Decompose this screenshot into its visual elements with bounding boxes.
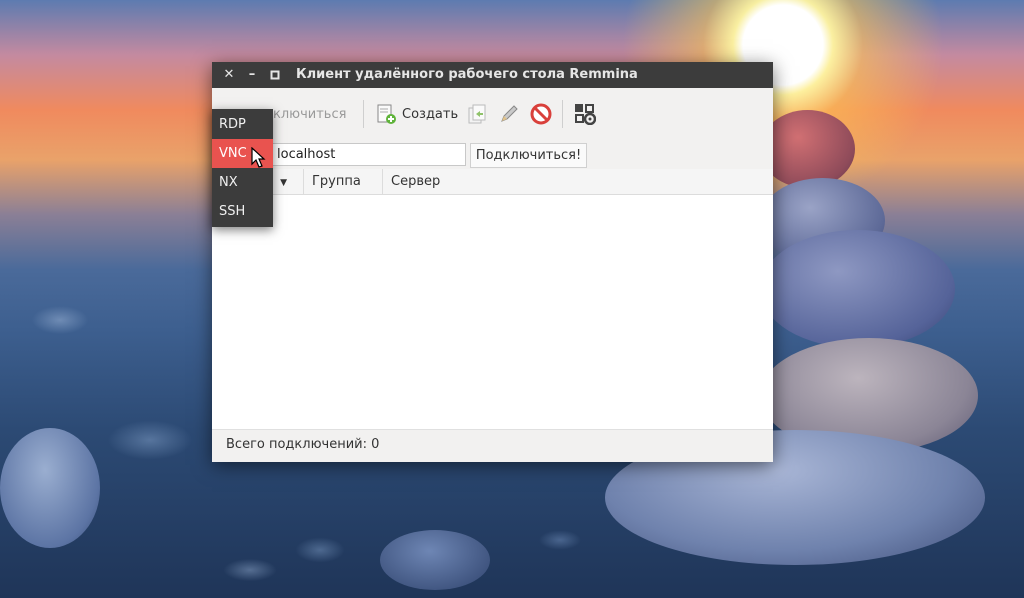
copy-icon[interactable]: [466, 103, 488, 125]
quick-connect-bar: Подключиться!: [212, 142, 773, 170]
titlebar: ✕ – Клиент удалённого рабочего стола Rem…: [212, 62, 773, 88]
minimize-icon[interactable]: –: [241, 62, 263, 88]
connect-button[interactable]: Подключиться!: [470, 143, 587, 168]
create-button[interactable]: Создать: [402, 107, 458, 122]
toolbar-separator: [363, 100, 364, 128]
maximize-icon[interactable]: [264, 62, 286, 88]
menu-item-nx[interactable]: NX: [212, 168, 273, 197]
mouse-cursor-icon: [251, 146, 267, 169]
new-connection-icon[interactable]: [375, 103, 397, 125]
wallpaper-stone: [0, 428, 100, 548]
toolbar-separator: [562, 100, 563, 128]
connection-table-header: e ▼ Группа Сервер: [212, 169, 773, 195]
connection-list[interactable]: [212, 195, 773, 427]
statusbar: Всего подключений: 0: [212, 429, 773, 462]
connect-toolbar-button[interactable]: дключиться: [264, 107, 346, 122]
remmina-window: ✕ – Клиент удалённого рабочего стола Rem…: [212, 62, 773, 462]
status-text: Всего подключений: 0: [226, 437, 380, 452]
wallpaper-stone: [760, 230, 955, 348]
window-title: Клиент удалённого рабочего стола Remmina: [296, 67, 638, 82]
server-input[interactable]: [270, 143, 466, 166]
wallpaper-stone: [760, 110, 855, 188]
edit-pencil-icon[interactable]: [498, 103, 520, 125]
column-header-server[interactable]: Сервер: [383, 169, 773, 194]
sort-arrow-icon: ▼: [280, 178, 288, 188]
preferences-icon[interactable]: [574, 103, 597, 126]
wallpaper-stone: [380, 530, 490, 590]
menu-item-rdp[interactable]: RDP: [212, 110, 273, 139]
close-icon[interactable]: ✕: [218, 62, 240, 88]
column-header-group[interactable]: Группа: [304, 169, 383, 194]
menu-item-ssh[interactable]: SSH: [212, 197, 273, 226]
toolbar: дключиться Создать: [212, 88, 773, 142]
delete-icon[interactable]: [530, 103, 552, 125]
